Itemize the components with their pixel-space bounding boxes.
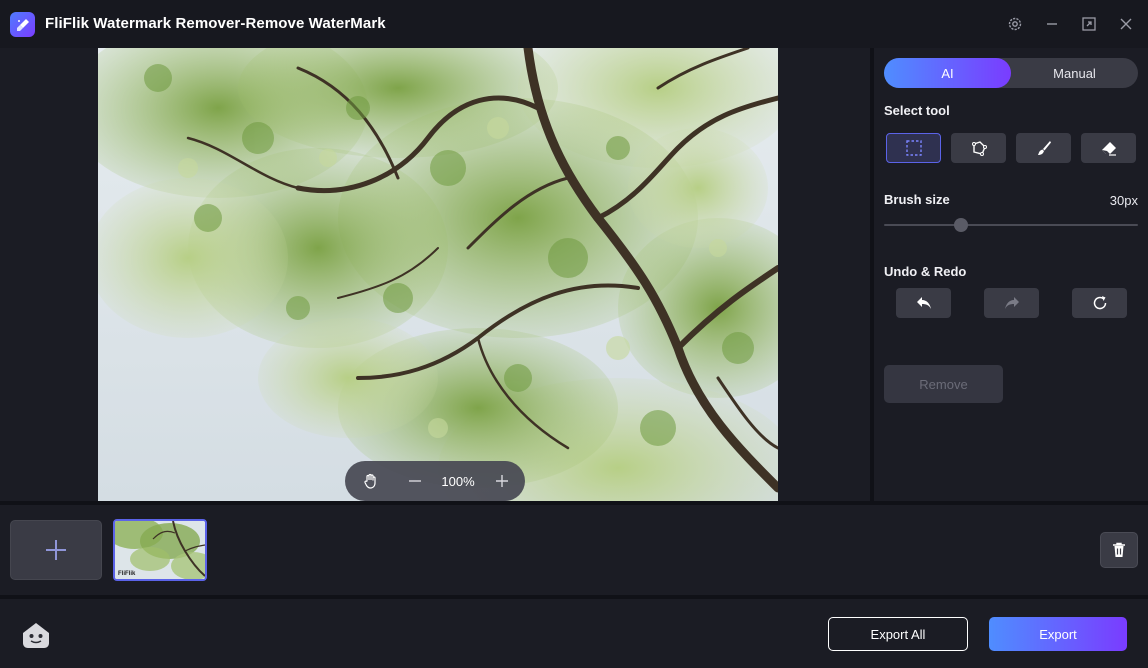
mode-ai-button[interactable]: AI (884, 58, 1011, 88)
undo-redo-label: Undo & Redo (884, 264, 967, 279)
rectangle-select-button[interactable] (886, 133, 941, 163)
delete-button[interactable] (1100, 532, 1138, 568)
eraser-icon (1101, 142, 1116, 156)
bottom-bar: Export All Export (0, 599, 1148, 668)
lasso-button[interactable] (951, 133, 1006, 163)
zoom-bar: 100% (345, 461, 525, 501)
thumbnail-watermark-text: FliFlik (118, 571, 136, 577)
reset-icon (1093, 296, 1106, 310)
hand-icon[interactable] (359, 461, 383, 501)
brush-size-label: Brush size (884, 192, 950, 207)
export-button[interactable]: Export (989, 617, 1127, 651)
tree-canopy-photo[interactable] (98, 48, 778, 501)
plus-icon (46, 540, 66, 560)
select-tool-label: Select tool (884, 103, 950, 118)
zoom-in-icon[interactable] (490, 461, 514, 501)
minimize-icon[interactable] (1042, 14, 1062, 34)
canvas-area[interactable]: 100% (0, 48, 870, 501)
maximize-icon[interactable] (1079, 14, 1099, 34)
mode-toggle: AI Manual (884, 58, 1138, 88)
brush-size-slider-thumb[interactable] (954, 218, 968, 232)
remove-button[interactable]: Remove (884, 365, 1003, 403)
close-icon[interactable] (1116, 14, 1136, 34)
redo-button[interactable] (984, 288, 1039, 318)
export-all-button[interactable]: Export All (828, 617, 968, 651)
assistant-bot-icon[interactable] (18, 616, 54, 652)
undo-icon (916, 297, 931, 309)
image-thumbnail[interactable]: FliFlik (113, 519, 207, 581)
brush-button[interactable] (1016, 133, 1071, 163)
redo-icon (1004, 297, 1019, 309)
title-bar: FliFlik Watermark Remover-Remove WaterMa… (0, 0, 1148, 48)
reset-button[interactable] (1072, 288, 1127, 318)
eraser-button[interactable] (1081, 133, 1136, 163)
mode-manual-button[interactable]: Manual (1011, 58, 1138, 88)
rectangle-select-icon (905, 140, 922, 156)
app-title: FliFlik Watermark Remover-Remove WaterMa… (45, 15, 386, 32)
lasso-icon (971, 141, 987, 156)
zoom-value: 100% (441, 473, 475, 489)
brush-size-value: 30px (1109, 193, 1138, 208)
brush-size-slider[interactable] (884, 224, 1138, 226)
tool-panel: AI Manual Select tool Brush size 30px Un… (874, 48, 1148, 501)
trash-icon (1113, 542, 1125, 557)
zoom-out-icon[interactable] (403, 461, 427, 501)
broom-icon (10, 12, 35, 37)
undo-button[interactable] (896, 288, 951, 318)
brush-icon (1037, 141, 1051, 155)
settings-icon[interactable] (1005, 14, 1025, 34)
add-image-button[interactable] (10, 520, 102, 580)
thumbnail-strip: FliFlik (0, 505, 1148, 595)
